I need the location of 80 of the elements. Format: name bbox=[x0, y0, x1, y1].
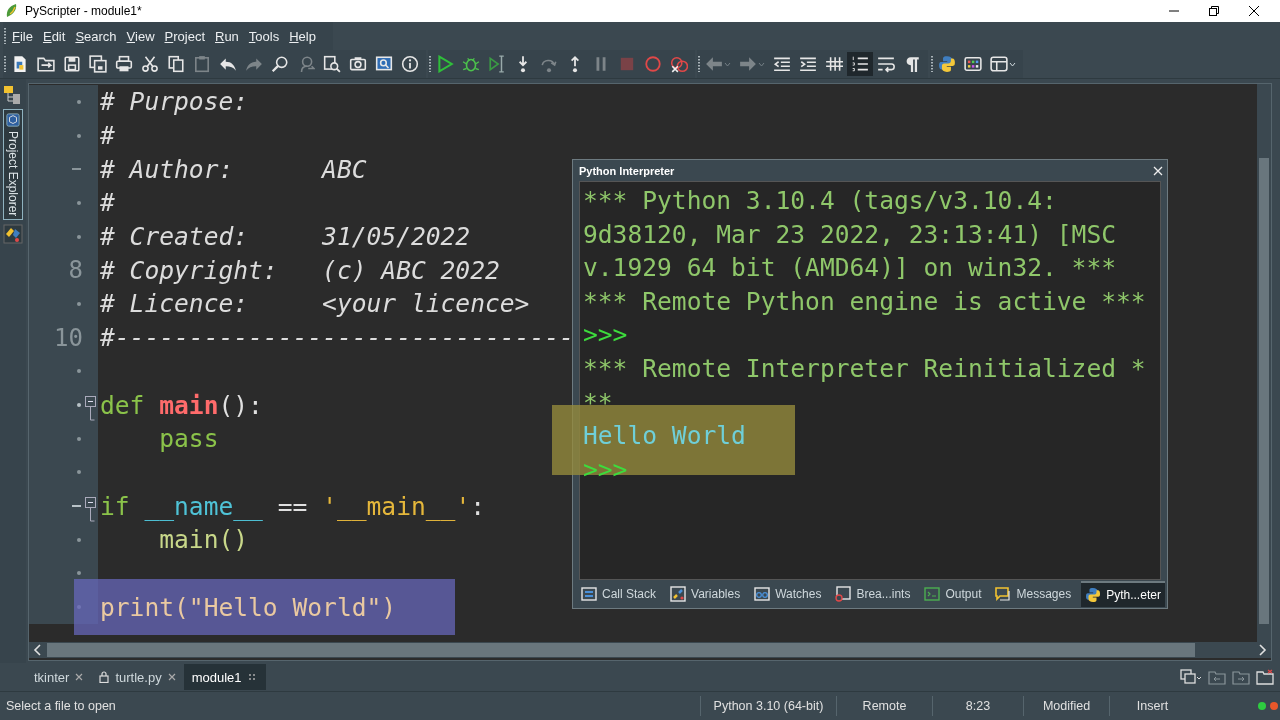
status-message: Select a file to open bbox=[5, 699, 117, 713]
status-field: Python 3.10 (64-bit) bbox=[700, 696, 836, 716]
menu-item[interactable]: Project bbox=[160, 25, 209, 47]
code-line: # bbox=[99, 121, 115, 151]
code-line: main() bbox=[158, 525, 249, 555]
folder-right-icon[interactable] bbox=[1232, 669, 1250, 685]
panel-tab[interactable]: Pyth...eter bbox=[1081, 581, 1165, 607]
console-line: *** Python 3.10.4 (tags/v3.10.4: bbox=[583, 186, 1057, 217]
status-field: 8:23 bbox=[932, 696, 1023, 716]
numbered-list-icon[interactable] bbox=[847, 52, 873, 76]
menu-item[interactable]: View bbox=[122, 25, 159, 47]
panel-tab[interactable]: Messages bbox=[991, 582, 1076, 606]
code-line: if __name__ == '__main__': bbox=[99, 491, 485, 521]
line-number: 10 bbox=[53, 323, 83, 352]
close-icon[interactable] bbox=[1248, 5, 1260, 17]
folder-close-icon[interactable] bbox=[1256, 669, 1274, 685]
breakpoint-list-icon bbox=[835, 586, 852, 602]
panel-tab[interactable]: Variables bbox=[666, 582, 745, 606]
document-tab[interactable]: module1 bbox=[183, 664, 266, 690]
line-number: 8 bbox=[67, 256, 83, 285]
code-line: # Copyright: (c) ABC 2022 bbox=[99, 255, 500, 285]
panel-title: Python Interpreter bbox=[579, 164, 675, 177]
menu-item[interactable]: File bbox=[8, 25, 37, 47]
panel-tab[interactable]: Call Stack bbox=[577, 582, 661, 606]
horizontal-scrollbar[interactable] bbox=[29, 642, 1271, 658]
cube-icon bbox=[6, 113, 20, 127]
glasses-icon bbox=[754, 586, 771, 602]
folder-tree-icon[interactable] bbox=[3, 85, 23, 105]
menu-item[interactable]: Run bbox=[211, 25, 243, 47]
code-line: print("Hello World") bbox=[99, 592, 397, 622]
console-line: v.1929 64 bit (AMD64)] on win32. *** bbox=[583, 253, 1117, 285]
padlock-icon bbox=[99, 671, 110, 683]
restore-icon[interactable] bbox=[1208, 5, 1220, 17]
console-line: *** Remote Python engine is active *** bbox=[583, 286, 1146, 318]
menu-item[interactable]: Help bbox=[285, 25, 320, 47]
fold-toggle-icon[interactable] bbox=[85, 497, 96, 523]
panel-tab[interactable]: Brea...ints bbox=[831, 582, 915, 606]
scroll-right-icon[interactable] bbox=[1257, 644, 1267, 656]
vertical-scrollbar[interactable] bbox=[1257, 84, 1271, 642]
grip-handle[interactable] bbox=[428, 55, 432, 73]
status-field: Remote bbox=[836, 696, 932, 716]
grip-handle[interactable] bbox=[930, 55, 934, 73]
code-line: pass bbox=[158, 424, 219, 454]
python-logo-icon bbox=[1085, 587, 1102, 603]
console-line: 9d38120, Mar 23 2022, 23:13:41) [MSC bbox=[583, 219, 1117, 251]
menu-item[interactable]: Edit bbox=[38, 25, 70, 47]
stack-icon bbox=[581, 586, 597, 602]
edit-tools-icon[interactable] bbox=[3, 224, 23, 245]
status-field: Modified bbox=[1023, 696, 1109, 716]
panel-tab[interactable]: Watches bbox=[750, 582, 826, 606]
status-field: Insert bbox=[1109, 696, 1195, 716]
code-line: # bbox=[99, 188, 115, 218]
windows-list-icon[interactable] bbox=[1180, 669, 1202, 685]
code-line: # Created: 31/05/2022 bbox=[99, 222, 471, 252]
menu-item[interactable]: Search bbox=[71, 25, 121, 47]
console-icon bbox=[924, 586, 941, 602]
grip-handle[interactable] bbox=[697, 55, 701, 73]
code-line: # Purpose: bbox=[99, 87, 249, 117]
message-icon bbox=[995, 586, 1012, 602]
panel-tab[interactable]: Output bbox=[920, 582, 986, 606]
console-line: *** Remote Interpreter Reinitialized * bbox=[583, 353, 1146, 385]
document-tab[interactable]: tkinter bbox=[26, 664, 92, 690]
folder-left-icon[interactable] bbox=[1208, 669, 1226, 685]
pin-icon[interactable] bbox=[247, 673, 256, 681]
code-line: # Author: ABC bbox=[99, 154, 367, 184]
grip-handle[interactable] bbox=[3, 27, 7, 45]
console-line: >>> bbox=[583, 320, 628, 352]
console-line: ** bbox=[583, 387, 613, 419]
menu-item[interactable]: Tools bbox=[244, 25, 284, 47]
window-title: PyScripter - module1* bbox=[25, 4, 142, 18]
fold-toggle-icon[interactable] bbox=[85, 396, 96, 422]
grip-handle[interactable] bbox=[3, 55, 7, 73]
console-line: Hello World bbox=[583, 421, 746, 453]
code-line: def main(): bbox=[99, 390, 263, 420]
code-line: #------------------------------- bbox=[99, 323, 574, 353]
document-tab[interactable]: turtle.py bbox=[91, 664, 184, 690]
scroll-left-icon[interactable] bbox=[33, 644, 43, 656]
variables-icon bbox=[670, 586, 687, 602]
code-line: # Licence: <your licence> bbox=[99, 289, 530, 319]
side-tab[interactable]: Project Explorer bbox=[3, 109, 23, 221]
